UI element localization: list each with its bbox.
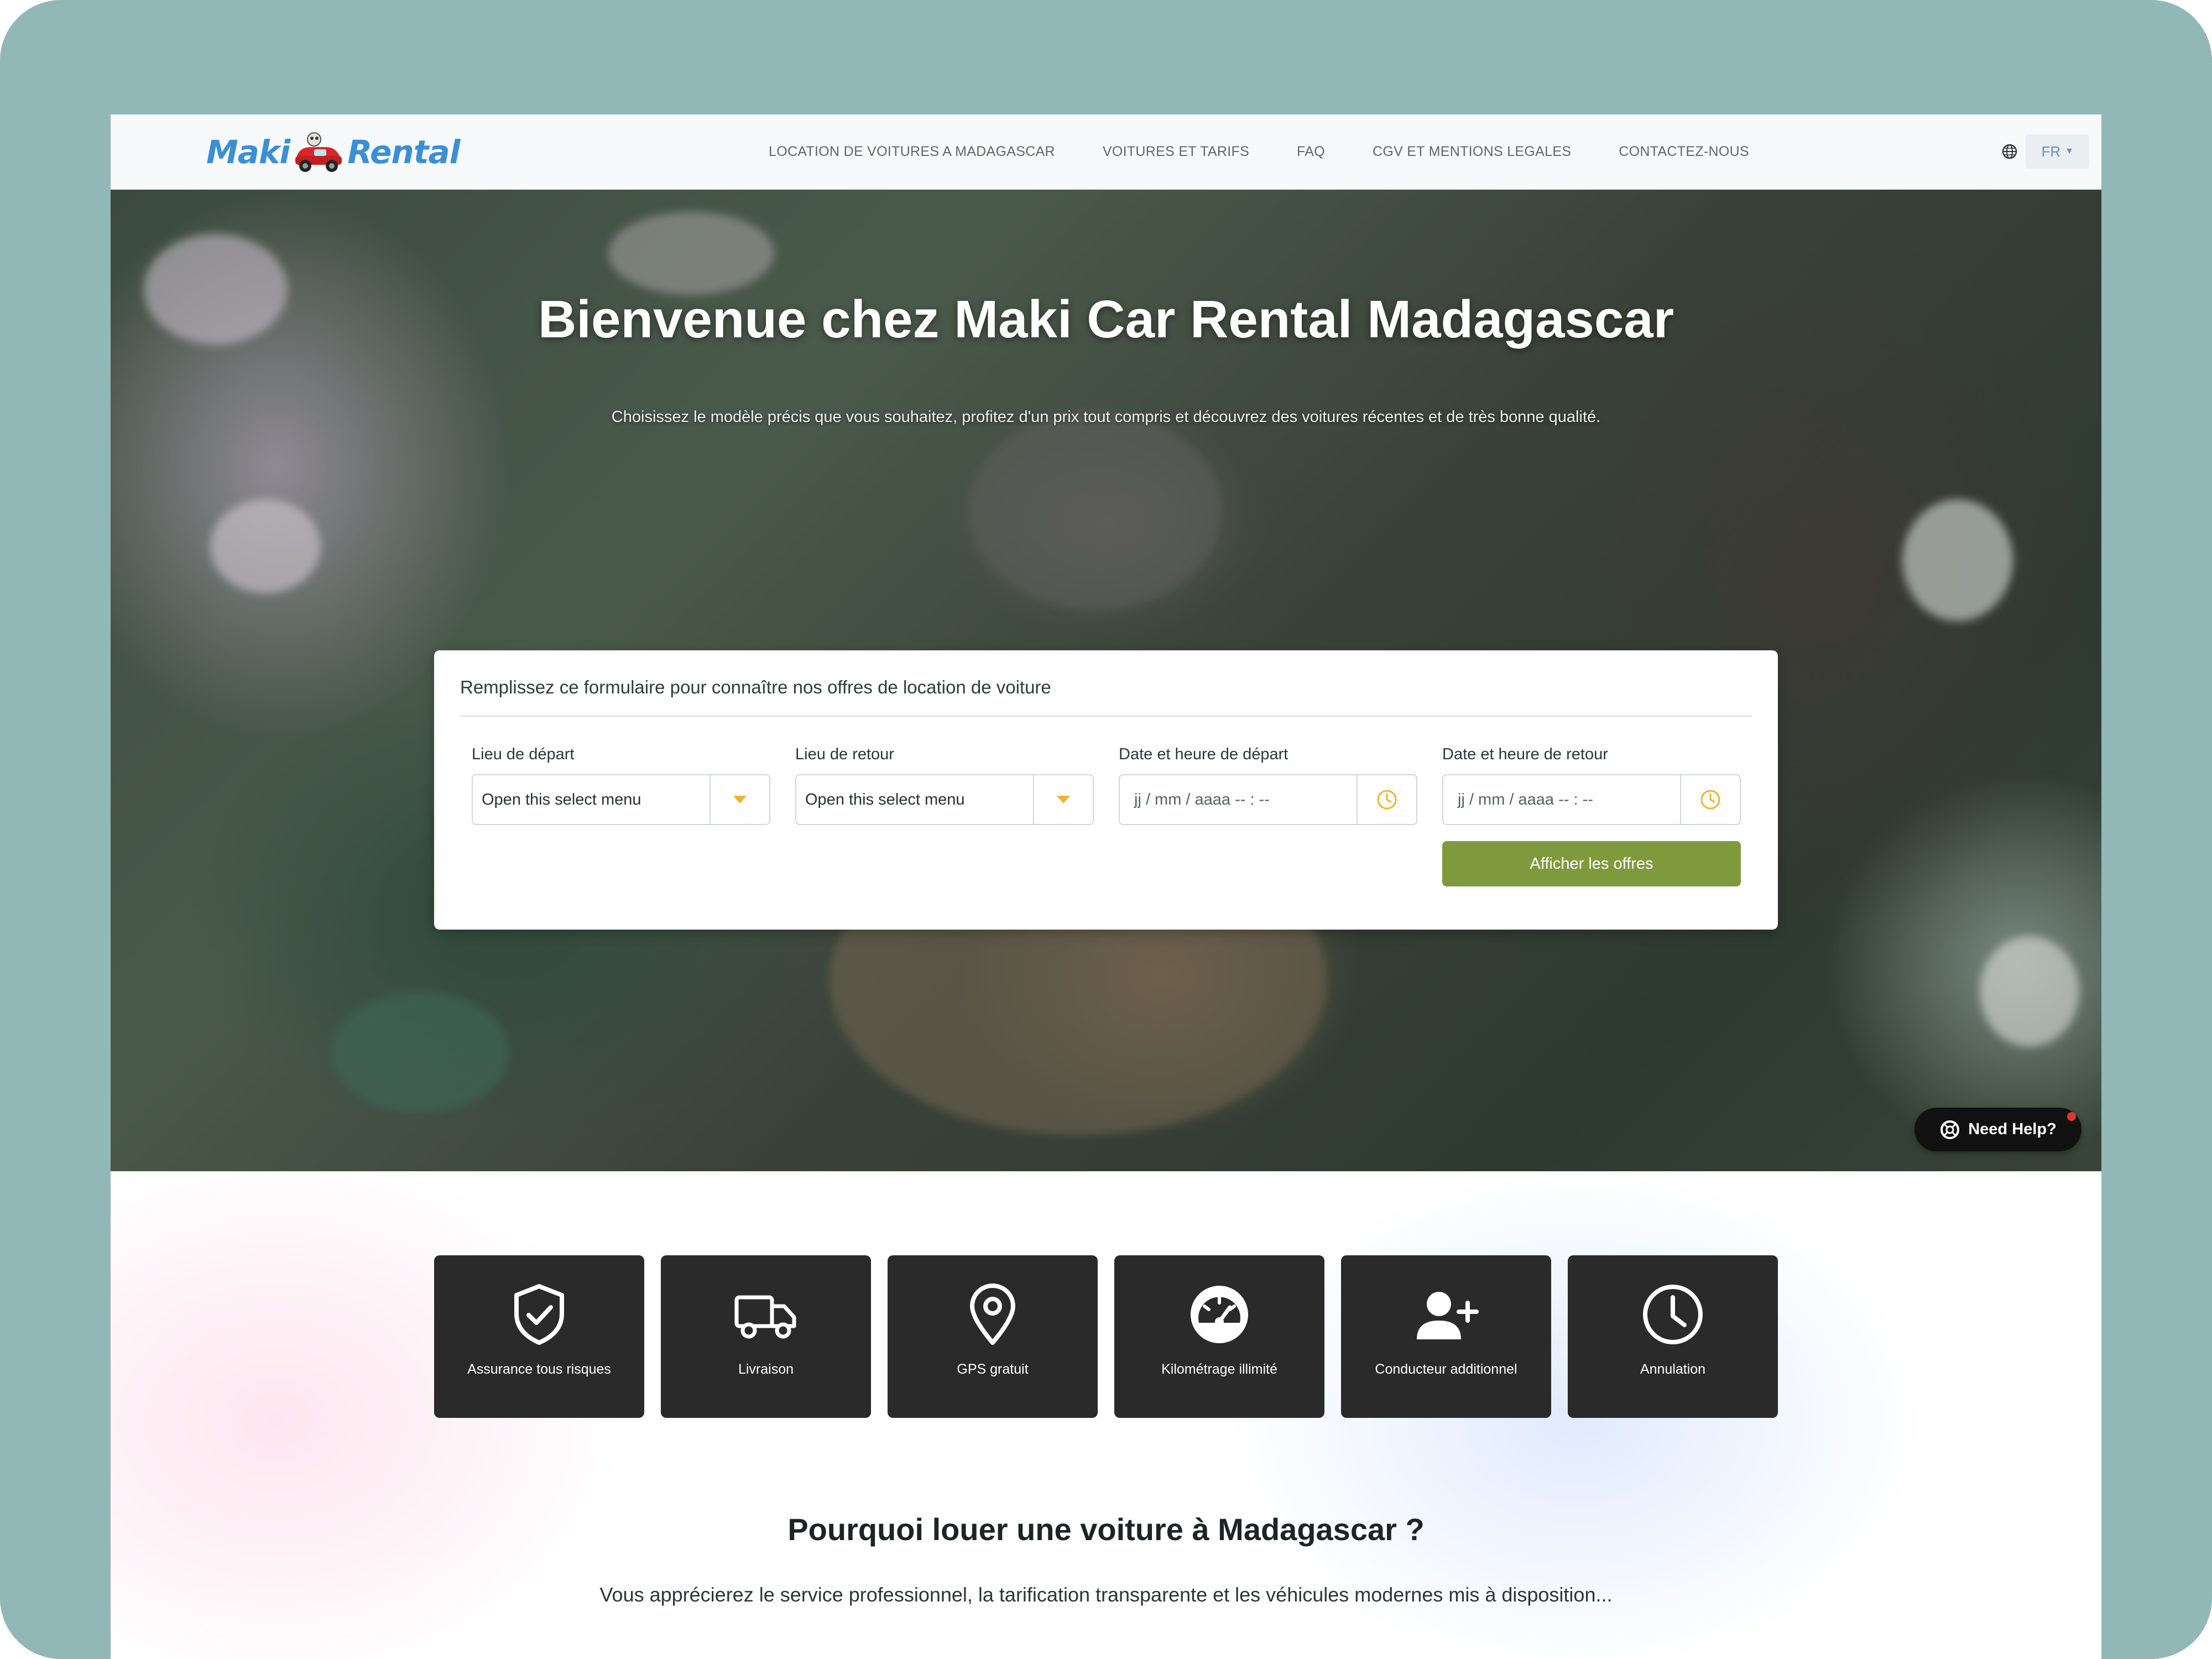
form-divider bbox=[460, 716, 1752, 717]
user-plus-icon bbox=[1417, 1292, 1479, 1339]
bokeh-decoration bbox=[332, 992, 509, 1113]
feature-label: Conducteur additionnel bbox=[1375, 1361, 1517, 1377]
caret-down-icon bbox=[733, 796, 747, 804]
website: Maki Rental LOCATION DE VOITURES A MADAG… bbox=[111, 114, 2101, 1659]
clock-icon bbox=[1643, 1285, 1703, 1344]
return-location-field: Lieu de retour Open this select menu bbox=[795, 743, 1094, 825]
bokeh-decoration bbox=[608, 212, 774, 295]
logo-text-left: Maki bbox=[206, 133, 290, 171]
return-datetime-picker[interactable] bbox=[1680, 775, 1740, 824]
clock-icon bbox=[1700, 790, 1720, 810]
departure-location-value: Open this select menu bbox=[482, 790, 641, 808]
feature-label: Livraison bbox=[738, 1361, 794, 1377]
feature-label: Assurance tous risques bbox=[467, 1361, 611, 1377]
need-help-label: Need Help? bbox=[1968, 1120, 2057, 1138]
logo-text-right: Rental bbox=[347, 133, 460, 171]
nav-item-voitures-tarifs[interactable]: VOITURES ET TARIFS bbox=[1103, 144, 1249, 160]
feature-list: Assurance tous risques Livraison GPS gra… bbox=[434, 1255, 1778, 1418]
search-form: Remplissez ce formulaire pour connaître … bbox=[434, 650, 1778, 930]
hero-title: Bienvenue chez Maki Car Rental Madagasca… bbox=[538, 290, 1674, 349]
departure-datetime-label: Date et heure de départ bbox=[1119, 745, 1288, 763]
hero-subtitle: Choisissez le modèle précis que vous sou… bbox=[611, 408, 1601, 426]
bokeh-decoration bbox=[1902, 499, 2013, 621]
departure-location-field: Lieu de départ Open this select menu bbox=[472, 743, 770, 825]
feature-card-cancellation: Annulation bbox=[1568, 1255, 1778, 1418]
nav-item-faq[interactable]: FAQ bbox=[1297, 144, 1325, 160]
need-help-button[interactable]: Need Help? bbox=[1914, 1108, 2081, 1151]
feature-card-additional-driver: Conducteur additionnel bbox=[1341, 1255, 1551, 1418]
return-datetime-value: jj / mm / aaaa -- : -- bbox=[1458, 790, 1593, 808]
departure-location-toggle[interactable] bbox=[709, 775, 769, 824]
feature-label: Kilométrage illimité bbox=[1161, 1361, 1277, 1377]
bokeh-decoration bbox=[1980, 936, 2079, 1047]
return-datetime-field: Date et heure de retour jj / mm / aaaa -… bbox=[1442, 743, 1741, 825]
main-nav: LOCATION DE VOITURES A MADAGASCAR VOITUR… bbox=[769, 114, 1797, 189]
shield-check-icon bbox=[514, 1284, 564, 1345]
feature-card-mileage: Kilométrage illimité bbox=[1114, 1255, 1324, 1418]
map-pin-icon bbox=[970, 1284, 1015, 1345]
nav-item-location[interactable]: LOCATION DE VOITURES A MADAGASCAR bbox=[769, 144, 1055, 160]
language-switcher: FR ▼ bbox=[2001, 134, 2089, 169]
return-location-value: Open this select menu bbox=[805, 790, 965, 808]
feature-card-delivery: Livraison bbox=[661, 1255, 871, 1418]
notification-dot bbox=[2067, 1112, 2076, 1121]
caret-down-icon bbox=[1057, 796, 1070, 804]
nav-item-cgv[interactable]: CGV ET MENTIONS LEGALES bbox=[1373, 144, 1571, 160]
departure-datetime-field: Date et heure de départ jj / mm / aaaa -… bbox=[1119, 743, 1417, 825]
language-dropdown[interactable]: FR ▼ bbox=[2026, 134, 2089, 169]
return-datetime-input[interactable]: jj / mm / aaaa -- : -- bbox=[1442, 774, 1741, 825]
truck-icon bbox=[734, 1295, 796, 1339]
feature-label: GPS gratuit bbox=[957, 1361, 1029, 1377]
return-location-label: Lieu de retour bbox=[795, 745, 894, 763]
speedometer-icon bbox=[1191, 1286, 1248, 1343]
return-datetime-label: Date et heure de retour bbox=[1442, 745, 1608, 763]
chevron-down-icon: ▼ bbox=[2065, 147, 2074, 156]
section-title: Pourquoi louer une voiture à Madagascar … bbox=[787, 1512, 1425, 1547]
language-label: FR bbox=[2041, 143, 2061, 160]
departure-datetime-picker[interactable] bbox=[1357, 775, 1416, 824]
globe-icon bbox=[2002, 144, 2017, 159]
departure-location-label: Lieu de départ bbox=[472, 745, 575, 763]
nav-item-contact[interactable]: CONTACTEZ-NOUS bbox=[1619, 144, 1749, 160]
lifebuoy-icon bbox=[1940, 1120, 1960, 1139]
car-logo-icon bbox=[295, 132, 342, 172]
return-location-select[interactable]: Open this select menu bbox=[795, 774, 1094, 825]
hero-banner: Bienvenue chez Maki Car Rental Madagasca… bbox=[111, 190, 2101, 1171]
show-offers-button[interactable]: Afficher les offres bbox=[1442, 841, 1741, 886]
site-logo[interactable]: Maki Rental bbox=[206, 127, 460, 178]
form-heading: Remplissez ce formulaire pour connaître … bbox=[460, 677, 1051, 697]
bokeh-decoration bbox=[210, 499, 321, 593]
departure-datetime-value: jj / mm / aaaa -- : -- bbox=[1134, 790, 1270, 808]
departure-datetime-input[interactable]: jj / mm / aaaa -- : -- bbox=[1119, 774, 1417, 825]
feature-card-gps: GPS gratuit bbox=[888, 1255, 1098, 1418]
return-location-toggle[interactable] bbox=[1033, 775, 1093, 824]
device-frame: Maki Rental LOCATION DE VOITURES A MADAG… bbox=[0, 0, 2212, 1659]
features-section: Assurance tous risques Livraison GPS gra… bbox=[111, 1171, 2101, 1659]
feature-card-insurance: Assurance tous risques bbox=[434, 1255, 644, 1418]
feature-label: Annulation bbox=[1640, 1361, 1706, 1377]
animal-silhouette bbox=[968, 411, 1222, 610]
section-description: Vous apprécierez le service professionne… bbox=[599, 1583, 1613, 1606]
departure-location-select[interactable]: Open this select menu bbox=[472, 774, 770, 825]
clock-icon bbox=[1377, 790, 1397, 810]
navbar: Maki Rental LOCATION DE VOITURES A MADAG… bbox=[111, 114, 2101, 190]
